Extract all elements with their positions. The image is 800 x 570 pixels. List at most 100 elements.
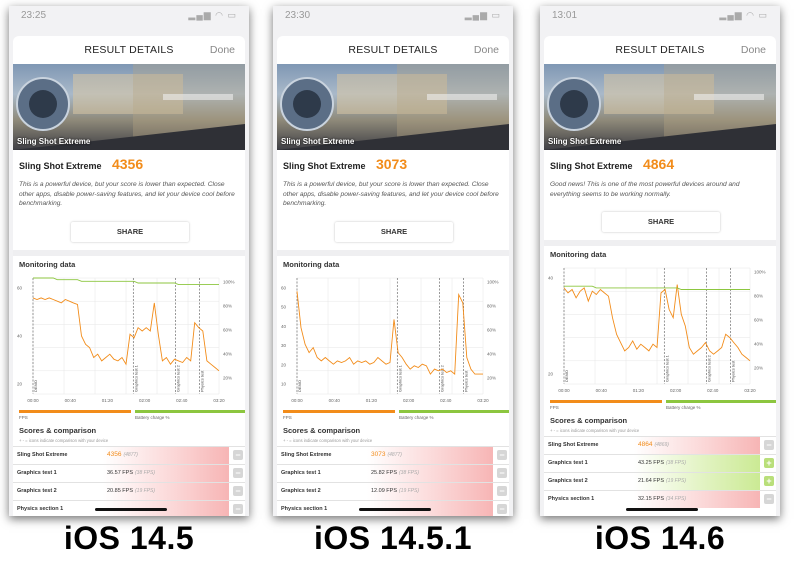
score-row-value: 12.09 FPS (19 FPS)	[371, 488, 420, 494]
score-table-row[interactable]: Sling Shot Extreme 3073 (4877) −	[277, 446, 509, 464]
score-row-value: 36.57 FPS (38 FPS)	[107, 470, 156, 476]
phase-label: Graphics test 1	[664, 354, 669, 382]
score-table-row[interactable]: Graphics test 2 20.85 FPS (19 FPS) −	[13, 482, 245, 500]
score-row-value: 4864 (4869)	[638, 441, 669, 448]
fps-legend-bar	[19, 410, 131, 413]
done-button[interactable]: Done	[474, 44, 499, 56]
share-button[interactable]: SHARE	[71, 222, 189, 242]
share-button[interactable]: SHARE	[602, 212, 720, 232]
score-table-row[interactable]: Graphics test 2 21.64 FPS (19 FPS) +	[544, 472, 776, 490]
phase-label: DEMO	[564, 370, 569, 382]
score-comparison-bar: 3073 (4877)	[367, 447, 493, 464]
minus-icon[interactable]: −	[233, 486, 243, 496]
scores-title: Scores & comparison	[283, 426, 361, 435]
benchmark-banner-image: Sling Shot Extreme	[544, 64, 776, 150]
y2-tick-label: 40%	[754, 342, 763, 347]
plus-icon[interactable]: +	[764, 458, 774, 468]
minus-icon[interactable]: −	[764, 440, 774, 450]
score-comparison-bar: 20.85 FPS (19 FPS)	[103, 483, 229, 500]
y-tick-label: 40	[548, 276, 554, 281]
y2-tick-label: 20%	[754, 366, 763, 371]
chart-legend: FPS Battery charge %	[283, 410, 509, 424]
score-row-reference: (19 FPS)	[135, 488, 156, 494]
y2-tick-label: 100%	[223, 280, 235, 285]
y2-tick-label: 40%	[223, 352, 232, 357]
benchmark-name: Sling Shot Extreme	[19, 161, 102, 171]
share-button[interactable]: SHARE	[335, 222, 453, 242]
home-indicator	[626, 508, 698, 511]
x-tick-label: 02:40	[176, 398, 188, 403]
benchmark-banner-image: Sling Shot Extreme	[277, 64, 509, 150]
minus-icon[interactable]: −	[233, 468, 243, 478]
score-table-row[interactable]: Sling Shot Extreme 4356 (4877) −	[13, 446, 245, 464]
score-comparison-bar: 32.15 FPS (34 FPS)	[634, 491, 760, 508]
score-row-value: 21.64 FPS (19 FPS)	[638, 478, 687, 484]
benchmark-score: 4356	[111, 156, 144, 172]
score-row-value: 20.85 FPS (19 FPS)	[107, 488, 156, 494]
score-row: Sling Shot Extreme 3073	[283, 156, 407, 176]
signal-battery-icon: ▂▄▆ ▭	[464, 10, 501, 20]
score-table-row[interactable]: Graphics test 1 43.25 FPS (38 FPS) +	[544, 454, 776, 472]
x-tick-label: 00:40	[329, 398, 341, 403]
x-tick-label: 03:20	[477, 398, 489, 403]
fps-legend-label: FPS	[550, 405, 559, 410]
score-comparison-bar: 4864 (4869)	[634, 437, 760, 454]
fps-legend-bar	[283, 410, 395, 413]
minus-icon[interactable]: −	[233, 504, 243, 514]
fps-legend-bar	[550, 400, 662, 403]
minus-icon[interactable]: −	[233, 450, 243, 460]
minus-icon[interactable]: −	[764, 494, 774, 504]
score-row: Sling Shot Extreme 4864	[550, 156, 674, 176]
score-table-row[interactable]: Sling Shot Extreme 4864 (4869) −	[544, 436, 776, 454]
x-tick-label: 00:00	[291, 398, 303, 403]
score-row-name: Graphics test 1	[17, 470, 57, 476]
result-description: This is a powerful device, but your scor…	[283, 181, 499, 207]
plus-icon[interactable]: +	[764, 476, 774, 486]
x-tick-label: 02:00	[403, 398, 415, 403]
signal-wifi-battery-icon: ▂▄▆ ◠ ▭	[188, 10, 237, 20]
y-tick-label: 40	[17, 334, 23, 339]
score-table-row[interactable]: Graphics test 2 12.09 FPS (19 FPS) −	[277, 482, 509, 500]
x-tick-label: 00:40	[596, 388, 608, 393]
score-row-reference: (4877)	[387, 452, 402, 458]
score-row-value: 25.82 FPS (38 FPS)	[371, 470, 420, 476]
battery-legend-bar	[666, 400, 776, 403]
result-sheet: RESULT DETAILS Done Sling Shot Extreme S…	[277, 36, 509, 516]
score-row-reference: (4877)	[123, 452, 138, 458]
phone-screenshot-ios-14-5: 23:25 ▂▄▆ ◠ ▭ RESULT DETAILS Done Sling …	[9, 6, 249, 516]
phase-label: Graphics test 2	[175, 364, 180, 392]
monitoring-title: Monitoring data	[19, 260, 76, 269]
done-button[interactable]: Done	[741, 44, 766, 56]
score-table-row[interactable]: Graphics test 1 36.57 FPS (38 FPS) −	[13, 464, 245, 482]
phase-label: Graphics test 1	[397, 364, 402, 392]
minus-icon[interactable]: −	[497, 504, 507, 514]
banner-label: Sling Shot Extreme	[17, 137, 91, 146]
score-comparison-bar: 4356 (4877)	[103, 447, 229, 464]
y2-tick-label: 40%	[487, 352, 496, 357]
score-row-name: Graphics test 2	[17, 488, 57, 494]
score-table-row[interactable]: Physics section 1 32.15 FPS (34 FPS) −	[544, 490, 776, 508]
minus-icon[interactable]: −	[497, 450, 507, 460]
score-row-reference: (4869)	[654, 442, 669, 448]
y2-tick-label: 80%	[487, 304, 496, 309]
chart-legend: FPS Battery charge %	[550, 400, 776, 414]
score-row-name: Sling Shot Extreme	[548, 442, 599, 448]
score-comparison-bar: 36.57 FPS (38 FPS)	[103, 465, 229, 482]
fps-legend-label: FPS	[283, 415, 292, 420]
x-tick-label: 00:00	[558, 388, 570, 393]
minus-icon[interactable]: −	[497, 468, 507, 478]
score-table-row[interactable]: Graphics test 1 25.82 FPS (38 FPS) −	[277, 464, 509, 482]
section-divider	[544, 240, 776, 246]
signal-wifi-battery-icon: ▂▄▆ ◠ ▭	[719, 10, 768, 20]
score-row-reference: (38 FPS)	[666, 460, 687, 466]
phase-label: Physics test	[731, 360, 736, 382]
x-tick-label: 03:20	[213, 398, 225, 403]
x-tick-label: 02:00	[139, 398, 151, 403]
y-tick-label: 30	[281, 343, 287, 348]
phase-label: DEMO	[33, 380, 38, 392]
minus-icon[interactable]: −	[497, 486, 507, 496]
done-button[interactable]: Done	[210, 44, 235, 56]
y2-tick-label: 60%	[487, 328, 496, 333]
status-time: 23:25	[21, 10, 47, 21]
status-time: 23:30	[285, 10, 311, 21]
